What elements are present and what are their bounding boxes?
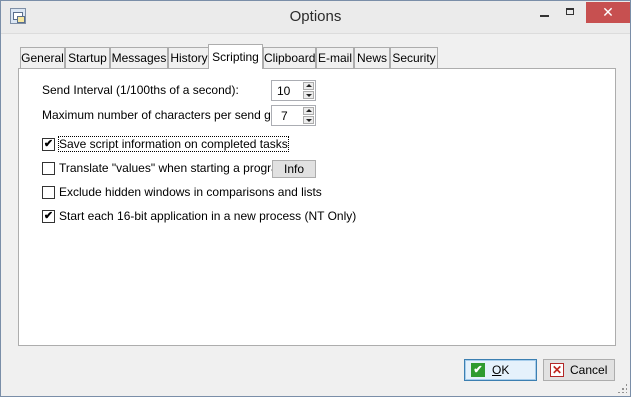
checkbox-checked[interactable]: ✔ [42,210,55,223]
ok-rest: K [501,363,510,377]
tab-label: Clipboard [264,51,316,65]
checkbox-checked[interactable]: ✔ [42,138,55,151]
chevron-down-icon [306,94,312,97]
tab-email[interactable]: E-mail [316,47,354,68]
send-interval-stepper[interactable]: 10 [271,80,316,101]
info-button-label: Info [283,162,304,176]
close-button[interactable]: ✕ [586,2,630,23]
tab-startup[interactable]: Startup [65,47,110,68]
checkbox-unchecked[interactable] [42,186,55,199]
spin-down-button[interactable] [303,116,314,124]
checkbox-unchecked[interactable] [42,162,55,175]
cancel-button-label: Cancel [570,363,608,377]
tab-label: Security [392,51,436,65]
tab-general[interactable]: General [20,47,65,68]
info-button[interactable]: Info [272,160,316,178]
ok-button-label: OK [492,363,509,377]
checkbox-label[interactable]: Start each 16-bit application in a new p… [59,209,356,223]
spin-up-button[interactable] [303,82,314,90]
maximize-icon [566,8,574,15]
tab-label: Messages [111,51,167,65]
send-interval-label: Send Interval (1/100ths of a second): [42,83,239,97]
tab-label: Startup [68,51,107,65]
tab-label: History [170,51,208,65]
tab-label: E-mail [317,51,352,65]
maximize-button[interactable] [558,2,584,23]
chevron-up-icon [306,84,312,87]
close-icon: ✕ [550,363,564,377]
tab-history[interactable]: History [168,47,210,68]
checkbox-label[interactable]: Save script information on completed tas… [58,136,289,152]
minimize-button[interactable] [532,2,558,23]
spin-up-button[interactable] [303,107,314,115]
tab-scripting[interactable]: Scripting [208,44,263,69]
chevron-down-icon [306,119,312,122]
tab-label: Scripting [212,50,259,64]
title-bar[interactable]: Options ✕ [1,1,630,34]
ok-button[interactable]: ✔ OK [464,359,537,381]
tab-messages[interactable]: Messages [110,47,168,68]
checkbox-label[interactable]: Exclude hidden windows in comparisons an… [59,185,322,199]
close-icon: ✕ [602,4,614,20]
checkbox-label[interactable]: Translate "values" when starting a progr… [59,161,288,175]
ok-mnemonic: O [492,363,502,377]
check-icon: ✔ [471,363,485,377]
tab-clipboard[interactable]: Clipboard [263,47,316,68]
max-chars-stepper[interactable]: 7 [271,105,316,126]
minimize-icon [540,15,549,17]
send-interval-value[interactable]: 10 [277,84,290,98]
options-window: Options ✕ General Startup Messages Histo… [0,0,631,397]
cancel-button[interactable]: ✕ Cancel [543,359,615,381]
tab-news[interactable]: News [354,47,390,68]
max-chars-label: Maximum number of characters per send gr… [42,108,299,122]
chevron-up-icon [306,109,312,112]
max-chars-value[interactable]: 7 [281,109,288,123]
tab-security[interactable]: Security [390,47,438,68]
spin-down-button[interactable] [303,91,314,99]
resize-grip-icon[interactable] [617,383,627,393]
tab-label: General [21,51,64,65]
tab-label: News [356,51,387,65]
